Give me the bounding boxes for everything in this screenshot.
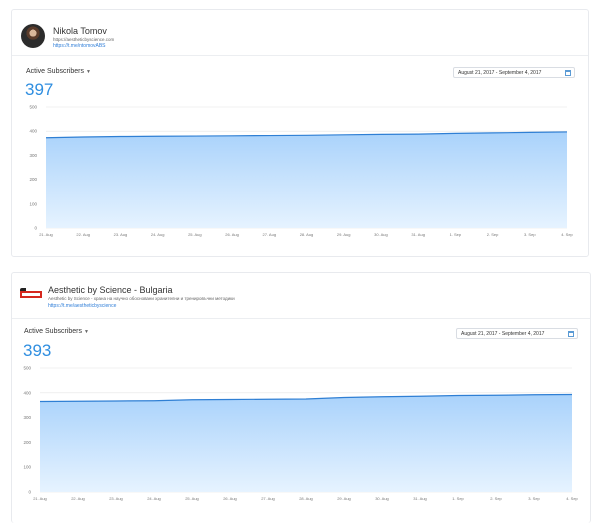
x-tick-label: 27. Aug bbox=[261, 496, 275, 501]
y-tick-label: 100 bbox=[29, 201, 37, 206]
aesthetic-logo-graphic bbox=[20, 288, 42, 298]
x-tick-label: 28. Aug bbox=[300, 232, 314, 237]
channel-link[interactable]: https://t.me/aestheticbyscience bbox=[48, 303, 116, 309]
x-tick-label: 4. Sep bbox=[566, 496, 578, 501]
aesthetic-logo-icon[interactable] bbox=[20, 288, 42, 301]
channel-name[interactable]: Nikola Tomov bbox=[53, 26, 107, 36]
channel-card: Aesthetic by Science - Bulgaria Aestheti… bbox=[11, 272, 591, 523]
y-tick-label: 0 bbox=[28, 490, 31, 495]
y-tick-label: 300 bbox=[29, 153, 37, 158]
x-tick-label: 30. Aug bbox=[374, 232, 388, 237]
x-tick-label: 24. Aug bbox=[151, 232, 165, 237]
metric-value: 397 bbox=[25, 80, 54, 99]
metric-value: 393 bbox=[23, 341, 52, 360]
metric-dropdown[interactable]: Active Subscribers ▼ bbox=[26, 68, 91, 75]
x-tick-label: 1. Sep bbox=[452, 496, 464, 501]
x-tick-label: 21. Aug bbox=[39, 232, 53, 237]
x-tick-label: 23. Aug bbox=[109, 496, 123, 501]
channel-website: https://aestheticbyscience.com bbox=[53, 37, 115, 42]
channel-description: Aesthetic by Science - храна на научно о… bbox=[48, 296, 235, 301]
subscribers-chart: 0 100 200 300 400 500 21. Aug 22. Aug 23. Aug 24.… bbox=[23, 366, 578, 502]
x-tick-label: 25. Aug bbox=[188, 232, 202, 237]
channel-link[interactable]: https://t.me/ntomovABS bbox=[53, 43, 106, 49]
metric-dropdown-label: Active Subscribers bbox=[26, 68, 84, 75]
y-tick-label: 200 bbox=[29, 177, 37, 182]
subscribers-chart: 0 100 200 300 400 500 21. Aug 22. Aug 23. Aug 24.… bbox=[29, 105, 573, 238]
x-tick-label: 29. Aug bbox=[337, 496, 351, 501]
y-tick-label: 500 bbox=[29, 105, 37, 110]
y-tick-label: 500 bbox=[23, 366, 31, 371]
x-tick-label: 24. Aug bbox=[147, 496, 161, 501]
channel-name[interactable]: Aesthetic by Science - Bulgaria bbox=[48, 285, 173, 295]
chevron-down-icon: ▼ bbox=[83, 328, 89, 335]
date-range-text: August 21, 2017 - September 4, 2017 bbox=[461, 330, 545, 337]
x-tick-label: 22. Aug bbox=[76, 232, 90, 237]
x-tick-label: 3. Sep bbox=[524, 232, 536, 237]
x-tick-label: 29. Aug bbox=[337, 232, 351, 237]
chevron-down-icon: ▼ bbox=[85, 68, 91, 75]
channel-header: Nikola Tomov https://aestheticbyscience.… bbox=[12, 10, 588, 56]
metric-dropdown[interactable]: Active Subscribers ▼ bbox=[24, 328, 89, 335]
x-tick-label: 21. Aug bbox=[33, 496, 47, 501]
metric-dropdown-label: Active Subscribers bbox=[24, 328, 82, 335]
y-tick-label: 200 bbox=[23, 440, 31, 445]
x-tick-label: 26. Aug bbox=[223, 496, 237, 501]
series-area bbox=[40, 394, 572, 492]
calendar-icon[interactable] bbox=[568, 331, 574, 337]
x-tick-label: 2. Sep bbox=[487, 232, 499, 237]
x-tick-label: 31. Aug bbox=[413, 496, 427, 501]
y-tick-label: 400 bbox=[29, 129, 37, 134]
x-tick-label: 26. Aug bbox=[225, 232, 239, 237]
y-tick-label: 0 bbox=[34, 226, 37, 231]
x-tick-label: 3. Sep bbox=[528, 496, 540, 501]
series-area bbox=[46, 131, 567, 228]
calendar-icon[interactable] bbox=[565, 70, 571, 76]
y-tick-label: 400 bbox=[23, 390, 31, 395]
x-tick-label: 27. Aug bbox=[262, 232, 276, 237]
channel-card: Nikola Tomov https://aestheticbyscience.… bbox=[11, 9, 589, 257]
y-tick-label: 100 bbox=[23, 465, 31, 470]
x-tick-label: 30. Aug bbox=[375, 496, 389, 501]
date-range-picker[interactable]: August 21, 2017 - September 4, 2017 bbox=[456, 328, 578, 339]
x-tick-label: 23. Aug bbox=[114, 232, 128, 237]
x-tick-label: 25. Aug bbox=[185, 496, 199, 501]
x-tick-label: 1. Sep bbox=[450, 232, 462, 237]
x-tick-label: 4. Sep bbox=[561, 232, 573, 237]
x-tick-label: 22. Aug bbox=[71, 496, 85, 501]
x-tick-label: 28. Aug bbox=[299, 496, 313, 501]
date-range-text: August 21, 2017 - September 4, 2017 bbox=[458, 69, 542, 76]
y-tick-label: 300 bbox=[23, 415, 31, 420]
channel-header: Aesthetic by Science - Bulgaria Aestheti… bbox=[12, 273, 590, 319]
profile-photo-icon[interactable] bbox=[21, 24, 45, 48]
x-tick-label: 2. Sep bbox=[490, 496, 502, 501]
x-tick-label: 31. Aug bbox=[411, 232, 425, 237]
date-range-picker[interactable]: August 21, 2017 - September 4, 2017 bbox=[453, 67, 575, 78]
